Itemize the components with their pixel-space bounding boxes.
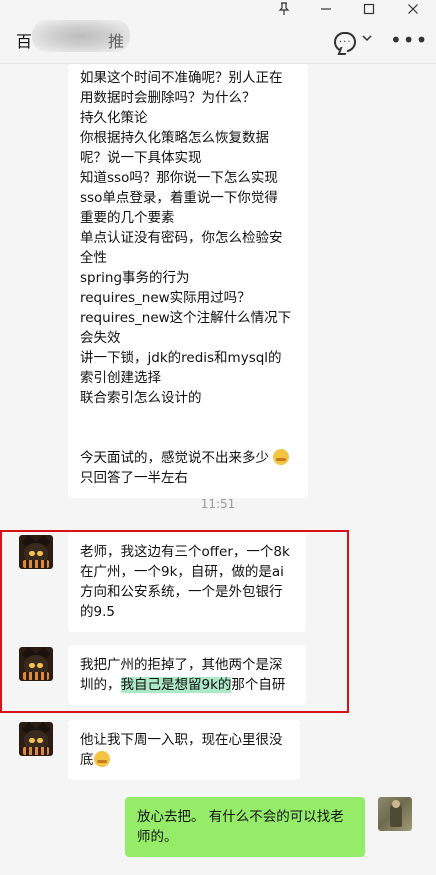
facepalm-emoji-icon: [93, 751, 110, 767]
chat-title-suffix: 推: [108, 32, 125, 51]
message-bubble-interview-questions[interactable]: 如果这个时间不准确呢？别人正在 用数据时会删除吗？为什么？ 持久化策论 你根据持…: [68, 64, 308, 498]
timestamp: 11:51: [200, 497, 236, 511]
chat-title: 百: [16, 32, 33, 51]
annotation-red-box: [0, 530, 349, 713]
message-bubble-reply[interactable]: 放心去把。 有什么不会的可以找老 师的。: [125, 797, 365, 857]
chevron-down-icon[interactable]: [362, 32, 372, 46]
pin-icon[interactable]: [272, 2, 296, 22]
close-icon[interactable]: [401, 2, 425, 22]
facepalm-emoji-icon: [273, 449, 290, 465]
contact-avatar[interactable]: [19, 722, 53, 756]
minimize-icon[interactable]: [314, 2, 338, 22]
message-bubble-start-date[interactable]: 他让我下周一入职，现在心里很没 底: [68, 720, 300, 780]
message-text: 放心去把。 有什么不会的可以找老 师的。: [137, 809, 344, 845]
message-text: 他让我下周一入职，现在心里很没 底: [80, 732, 283, 768]
maximize-icon[interactable]: [357, 2, 381, 22]
more-options-icon[interactable]: •••: [390, 28, 428, 52]
chat-bubble-icon[interactable]: ···: [334, 32, 356, 52]
message-text: 如果这个时间不准确呢？别人正在 用数据时会删除吗？为什么？ 持久化策论 你根据持…: [80, 70, 292, 466]
message-text-tail: 只回答了一半左右: [80, 470, 188, 486]
my-avatar[interactable]: [378, 797, 412, 831]
title-bar: 百 推 ··· •••: [0, 0, 436, 64]
